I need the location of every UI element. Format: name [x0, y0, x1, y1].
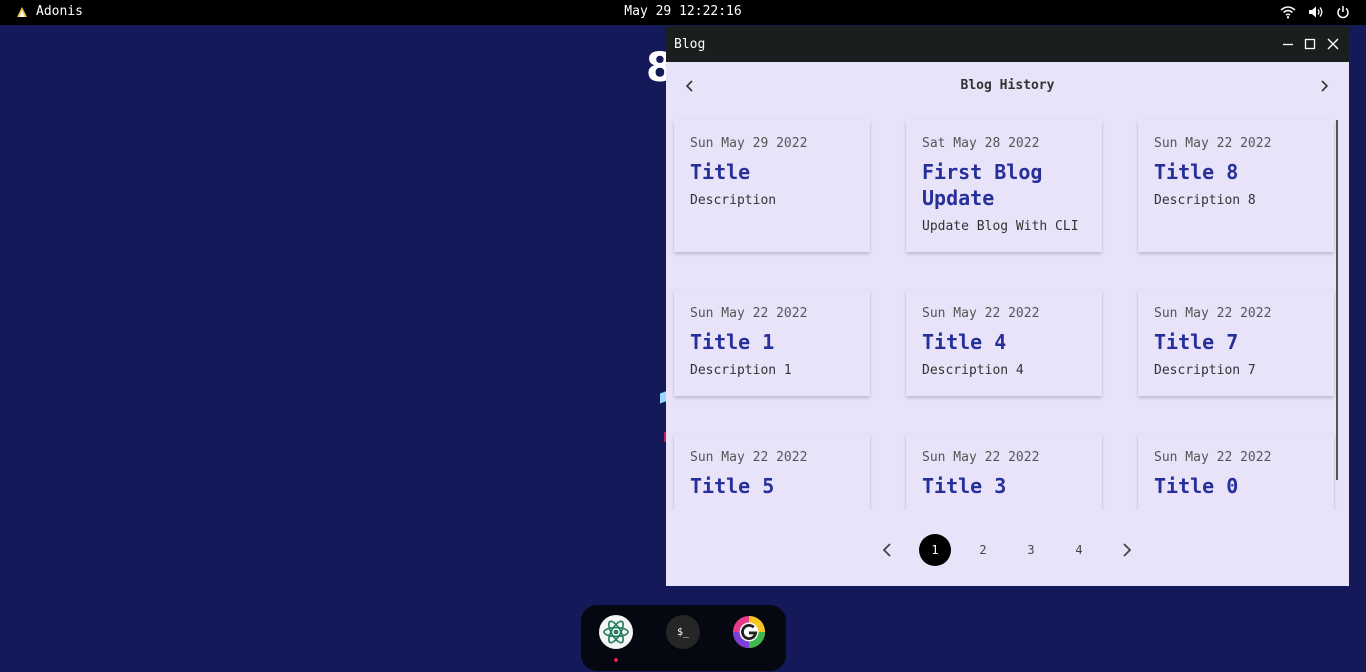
volume-icon[interactable]: [1308, 5, 1324, 19]
card-date: Sun May 22 2022: [1154, 450, 1272, 465]
minimize-icon[interactable]: [1279, 35, 1297, 53]
blog-window: Blog Blog History Sun May 29 2022 Title …: [666, 26, 1349, 586]
window-titlebar[interactable]: Blog: [666, 26, 1349, 62]
card-date: Sun May 22 2022: [690, 450, 808, 465]
card-description: Description 4: [922, 363, 1024, 378]
card-description: Description 1: [690, 363, 792, 378]
card-description: Description: [690, 193, 777, 208]
g-app-icon[interactable]: [732, 615, 766, 649]
card-title: Title 1: [690, 330, 775, 354]
card-title: Title 3: [922, 474, 1007, 498]
page-button[interactable]: 3: [1015, 534, 1047, 566]
wifi-icon[interactable]: [1280, 5, 1296, 19]
terminal-icon[interactable]: $_: [666, 615, 700, 649]
clock[interactable]: May 29 12:22:16: [0, 4, 1366, 19]
card-date: Sun May 29 2022: [690, 136, 808, 151]
running-indicator: [614, 658, 618, 662]
page-button[interactable]: 2: [967, 534, 999, 566]
blog-card[interactable]: Sun May 29 2022 Title Description: [674, 120, 870, 252]
page-title: Blog History: [960, 78, 1055, 93]
close-icon[interactable]: [1324, 35, 1342, 53]
card-date: Sun May 22 2022: [1154, 306, 1272, 321]
maximize-icon[interactable]: [1301, 35, 1319, 53]
card-description: Description 7: [1154, 363, 1256, 378]
next-page-button[interactable]: [1111, 534, 1143, 566]
page-button[interactable]: 1: [919, 534, 951, 566]
forward-button[interactable]: [1314, 76, 1334, 96]
blog-card[interactable]: Sat May 28 2022 First Blog Update Update…: [906, 120, 1102, 252]
card-title: Title 8: [1154, 160, 1239, 184]
page-button[interactable]: 4: [1063, 534, 1095, 566]
card-date: Sat May 28 2022: [922, 136, 1040, 151]
chevron-right-icon: [1123, 543, 1132, 557]
prev-page-button[interactable]: [871, 534, 903, 566]
chevron-right-icon: [1321, 80, 1329, 92]
card-title: Title 5: [690, 474, 775, 498]
top-bar: Adonis May 29 12:22:16: [0, 0, 1366, 25]
dock: $_: [581, 605, 786, 671]
scrollbar[interactable]: [1336, 120, 1338, 480]
card-title: First Blog Update: [922, 160, 1043, 210]
blog-card[interactable]: Sun May 22 2022 Title 3: [906, 434, 1102, 510]
card-date: Sun May 22 2022: [922, 450, 1040, 465]
atom-icon[interactable]: [599, 615, 633, 649]
card-date: Sun May 22 2022: [922, 306, 1040, 321]
blog-card[interactable]: Sun May 22 2022 Title 4 Description 4: [906, 290, 1102, 396]
card-date: Sun May 22 2022: [1154, 136, 1272, 151]
window-title: Blog: [674, 37, 706, 52]
card-description: Update Blog With CLI: [922, 219, 1079, 234]
card-title: Title 7: [1154, 330, 1239, 354]
chevron-left-icon: [882, 543, 891, 557]
card-title: Title 0: [1154, 474, 1239, 498]
blog-card[interactable]: Sun May 22 2022 Title 0: [1138, 434, 1334, 510]
blog-card-grid: Sun May 29 2022 Title Description Sat Ma…: [666, 110, 1349, 510]
power-icon[interactable]: [1336, 5, 1350, 19]
card-date: Sun May 22 2022: [690, 306, 808, 321]
pagination: 1 2 3 4: [666, 532, 1349, 568]
blog-card[interactable]: Sun May 22 2022 Title 1 Description 1: [674, 290, 870, 396]
terminal-glyph: $_: [676, 626, 690, 638]
blog-nav: Blog History: [666, 62, 1349, 110]
system-tray[interactable]: [1280, 5, 1350, 19]
card-title: Title 4: [922, 330, 1007, 354]
blog-card[interactable]: Sun May 22 2022 Title 8 Description 8: [1138, 120, 1334, 252]
card-description: Description 8: [1154, 193, 1256, 208]
blog-card[interactable]: Sun May 22 2022 Title 7 Description 7: [1138, 290, 1334, 396]
card-title: Title: [690, 160, 751, 184]
blog-card[interactable]: Sun May 22 2022 Title 5: [674, 434, 870, 510]
